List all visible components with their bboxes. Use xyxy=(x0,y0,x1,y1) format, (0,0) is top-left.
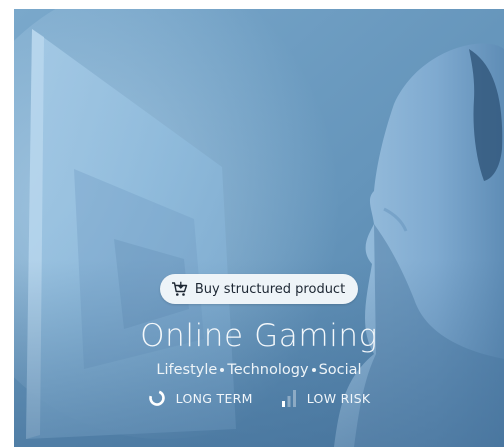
buy-structured-product-button[interactable]: Buy structured product xyxy=(159,274,359,304)
duration-label: LONG TERM xyxy=(175,390,253,406)
tag-technology: Technology xyxy=(227,362,309,378)
tag-separator xyxy=(220,368,225,372)
card-content: Buy structured product Online Gaming Lif… xyxy=(14,274,504,407)
buy-structured-product-label: Buy structured product xyxy=(194,281,346,297)
tag-separator xyxy=(311,368,316,372)
product-tags: Lifestyle Technology Social xyxy=(14,360,504,380)
tag-lifestyle: Lifestyle xyxy=(156,362,218,378)
product-title: Online Gaming xyxy=(140,318,378,354)
risk-label: LOW RISK xyxy=(306,390,371,406)
product-meta: LONG TERM LOW RISK xyxy=(14,389,504,407)
tag-social: Social xyxy=(318,362,362,378)
circle-arc-icon xyxy=(148,390,165,406)
signal-bars-icon xyxy=(281,390,296,407)
risk-indicator: LOW RISK xyxy=(281,389,371,407)
product-card[interactable]: Buy structured product Online Gaming Lif… xyxy=(14,9,504,447)
cart-icon xyxy=(171,281,188,296)
duration-indicator: LONG TERM xyxy=(148,389,253,407)
